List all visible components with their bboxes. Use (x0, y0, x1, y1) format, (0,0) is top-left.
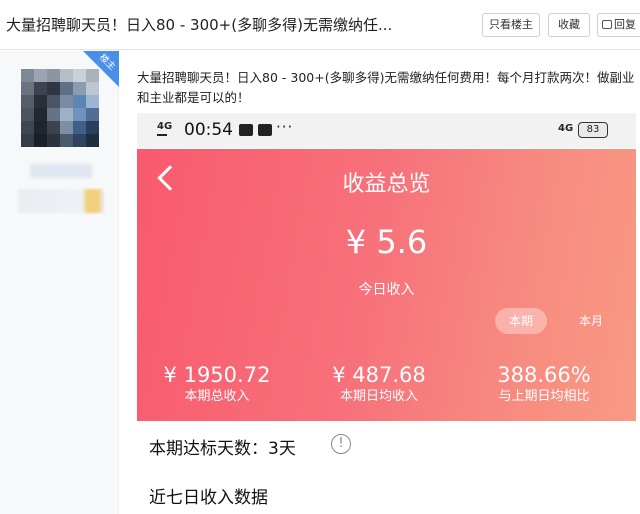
forum-thread-page: 大量招聘聊天员！日入80 - 300+(多聊多得)无需缴纳任... 只看楼主 收… (0, 0, 640, 514)
thread-title[interactable]: 大量招聘聊天员！日入80 - 300+(多聊多得)无需缴纳任... (6, 14, 392, 35)
more-notifications-icon: ··· (276, 118, 294, 136)
target-days-label: 本期达标天数：3天 (149, 439, 296, 459)
author-column: 楼主 (0, 51, 119, 514)
op-badge-label: 楼主 (97, 52, 117, 73)
reply-icon (602, 20, 612, 29)
info-icon: ! (331, 434, 351, 454)
stat-label: 与上期日均相比 (498, 389, 590, 404)
user-level-blurred (18, 189, 104, 213)
embedded-phone-screenshot: 4G 00:54 ··· 4G 83 收益总览 ¥ 5.6 今日收入 本期 本月… (137, 113, 636, 514)
post-text: 大量招聘聊天员！日入80 - 300+(多聊多得)无需缴纳任何费用！每个月打款两… (137, 70, 635, 105)
message-icon (239, 124, 253, 136)
today-amount: ¥ 5.6 (345, 223, 428, 261)
stat-daily-average: ¥ 487.68 本期日均收入 (299, 362, 459, 406)
phone-status-bar: 4G 00:54 ··· 4G 83 (137, 113, 636, 148)
stat-label: 本期总收入 (184, 389, 250, 404)
battery-icon: 83 (578, 122, 608, 138)
stat-change-vs-last: 388.66% 与上期日均相比 (464, 362, 624, 406)
card-title: 收益总览 (342, 172, 431, 197)
stat-label: 本期日均收入 (339, 389, 418, 404)
status-time: 00:54 (184, 120, 233, 140)
favorite-button[interactable]: 收藏 (548, 13, 590, 37)
reply-button[interactable]: 回复 (597, 13, 640, 37)
seven-day-title: 近七日收入数据 (149, 488, 268, 508)
reply-label: 回复 (614, 18, 636, 31)
tab-this-month: 本月 (578, 314, 603, 328)
only-op-button[interactable]: 只看楼主 (482, 13, 540, 37)
stat-value: 388.66% (497, 363, 591, 387)
tab-current-period: 本期 (495, 308, 547, 334)
earnings-overview-card: 收益总览 ¥ 5.6 今日收入 本期 本月 ¥ 1950.72 本期总收入 ¥ … (137, 149, 636, 421)
signal-label-right: 4G (558, 123, 574, 134)
stat-value: ¥ 487.68 (332, 363, 426, 387)
stat-period-total: ¥ 1950.72 本期总收入 (137, 362, 297, 406)
message-icon (258, 124, 272, 136)
thread-header: 大量招聘聊天员！日入80 - 300+(多聊多得)无需缴纳任... 只看楼主 收… (0, 0, 640, 50)
signal-icon: 4G (157, 122, 172, 136)
today-amount-label: 今日收入 (358, 282, 415, 298)
username-blurred[interactable] (30, 164, 92, 178)
stat-value: ¥ 1950.72 (163, 363, 271, 387)
avatar[interactable] (21, 69, 99, 147)
signal-label: 4G (157, 121, 173, 132)
